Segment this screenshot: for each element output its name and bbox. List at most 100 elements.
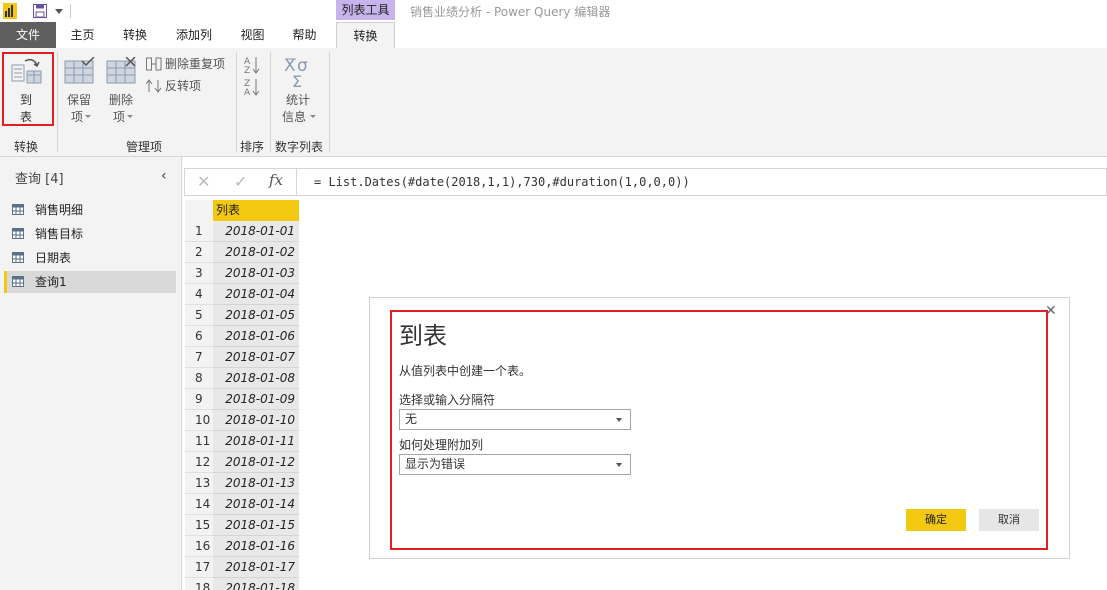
table-cell[interactable]: 2018-01-05 bbox=[213, 305, 299, 326]
chevron-down-icon bbox=[85, 115, 91, 119]
commit-formula-icon[interactable]: ✓ bbox=[234, 172, 247, 191]
window-title: 销售业绩分析 - Power Query 编辑器 bbox=[410, 5, 611, 19]
table-cell[interactable]: 2018-01-09 bbox=[213, 389, 299, 410]
group-label-sort: 排序 bbox=[240, 140, 265, 154]
query-item-label: 日期表 bbox=[35, 251, 72, 265]
svg-text:A: A bbox=[244, 88, 251, 97]
tab-list-transform[interactable]: 转换 bbox=[336, 22, 395, 49]
dialog-description: 从值列表中创建一个表。 bbox=[399, 364, 532, 378]
row-number[interactable]: 9 bbox=[185, 389, 213, 410]
reverse-items-button[interactable]: 反转项 bbox=[165, 78, 201, 94]
data-grid: 1 2018-01-01 2 2018-01-02 3 2018-01-03 4 2018-0… bbox=[185, 200, 299, 590]
table-cell[interactable]: 2018-01-03 bbox=[213, 263, 299, 284]
chevron-down-icon bbox=[127, 115, 133, 119]
remove-items-label-1[interactable]: 删除 bbox=[104, 92, 138, 108]
row-number[interactable]: 2 bbox=[185, 242, 213, 263]
keep-items-icon bbox=[64, 57, 96, 85]
table-cell[interactable]: 2018-01-06 bbox=[213, 326, 299, 347]
extra-columns-select[interactable]: 显示为错误 bbox=[399, 454, 631, 475]
query-item[interactable]: 销售明细 bbox=[4, 199, 176, 221]
group-label-numeric: 数字列表 bbox=[275, 140, 324, 154]
table-cell[interactable]: 2018-01-18 bbox=[213, 578, 299, 590]
group-label-convert: 转换 bbox=[14, 140, 39, 154]
divider bbox=[270, 52, 271, 152]
delimiter-label: 选择或输入分隔符 bbox=[399, 393, 496, 407]
row-number[interactable]: 12 bbox=[185, 452, 213, 473]
ok-button[interactable]: 确定 bbox=[906, 509, 966, 531]
query-item-label: 销售明细 bbox=[35, 203, 84, 217]
row-number[interactable]: 14 bbox=[185, 494, 213, 515]
save-icon[interactable] bbox=[33, 4, 47, 18]
row-number[interactable]: 17 bbox=[185, 557, 213, 578]
collapse-pane-icon[interactable]: ‹ bbox=[161, 168, 167, 184]
tab-view[interactable]: 视图 bbox=[230, 22, 275, 48]
divider bbox=[329, 52, 330, 152]
dropdown-icon[interactable] bbox=[55, 9, 63, 15]
row-number[interactable]: 7 bbox=[185, 347, 213, 368]
chevron-down-icon bbox=[616, 463, 622, 467]
row-number[interactable]: 15 bbox=[185, 515, 213, 536]
tab-help[interactable]: 帮助 bbox=[282, 22, 327, 48]
chevron-down-icon bbox=[616, 418, 622, 422]
table-cell[interactable]: 2018-01-17 bbox=[213, 557, 299, 578]
formula-input[interactable]: = List.Dates(#date(2018,1,1),730,#durati… bbox=[296, 169, 1107, 195]
table-icon bbox=[12, 228, 24, 239]
table-cell[interactable]: 2018-01-12 bbox=[213, 452, 299, 473]
row-number[interactable]: 18 bbox=[185, 578, 213, 590]
row-number[interactable]: 8 bbox=[185, 368, 213, 389]
remove-duplicates-button[interactable]: 删除重复项 bbox=[165, 56, 225, 72]
row-number[interactable]: 13 bbox=[185, 473, 213, 494]
row-number[interactable]: 6 bbox=[185, 326, 213, 347]
table-cell[interactable]: 2018-01-02 bbox=[213, 242, 299, 263]
svg-text:Z: Z bbox=[244, 66, 250, 75]
divider bbox=[57, 52, 58, 152]
table-cell[interactable]: 2018-01-14 bbox=[213, 494, 299, 515]
statistics-label-2[interactable]: 信息 bbox=[279, 109, 309, 125]
delimiter-select[interactable]: 无 bbox=[399, 409, 631, 430]
table-cell[interactable]: 2018-01-16 bbox=[213, 536, 299, 557]
query-item-selected[interactable]: 查询1 bbox=[4, 271, 176, 293]
row-number[interactable]: 3 bbox=[185, 263, 213, 284]
cancel-button[interactable]: 取消 bbox=[979, 509, 1039, 531]
cancel-formula-icon[interactable]: ✕ bbox=[197, 172, 210, 191]
table-cell[interactable]: 2018-01-07 bbox=[213, 347, 299, 368]
tab-add-column[interactable]: 添加列 bbox=[165, 22, 223, 48]
chevron-down-icon bbox=[310, 115, 316, 119]
query-item-label: 查询1 bbox=[35, 275, 67, 289]
to-table-label-1: 到 bbox=[19, 93, 32, 107]
reverse-items-icon bbox=[146, 79, 162, 93]
sort-descending-icon[interactable]: ZA bbox=[244, 77, 260, 97]
table-icon bbox=[12, 276, 24, 287]
remove-duplicates-icon bbox=[146, 57, 162, 71]
query-item[interactable]: 日期表 bbox=[4, 247, 176, 269]
row-number[interactable]: 5 bbox=[185, 305, 213, 326]
tab-file[interactable]: 文件 bbox=[0, 22, 56, 48]
formula-text: = List.Dates(#date(2018,1,1),730,#durati… bbox=[314, 175, 690, 189]
table-cell[interactable]: 2018-01-15 bbox=[213, 515, 299, 536]
to-table-icon bbox=[11, 57, 43, 87]
table-cell[interactable]: 2018-01-01 bbox=[213, 221, 299, 242]
row-number[interactable]: 4 bbox=[185, 284, 213, 305]
row-number[interactable]: 1 bbox=[185, 221, 213, 242]
statistics-label-1[interactable]: 统计 bbox=[281, 92, 315, 108]
tab-home[interactable]: 主页 bbox=[60, 22, 105, 48]
extra-columns-value: 显示为错误 bbox=[405, 457, 466, 471]
sort-ascending-icon[interactable]: AZ bbox=[244, 55, 260, 75]
context-tab-list-tools: 列表工具 bbox=[336, 0, 395, 20]
divider bbox=[70, 4, 71, 18]
table-cell[interactable]: 2018-01-13 bbox=[213, 473, 299, 494]
tab-transform[interactable]: 转换 bbox=[110, 22, 160, 48]
svg-text:Σ: Σ bbox=[292, 72, 302, 88]
keep-items-label-1[interactable]: 保留 bbox=[62, 92, 96, 108]
row-number[interactable]: 16 bbox=[185, 536, 213, 557]
fx-icon[interactable]: fx bbox=[269, 171, 283, 189]
query-item[interactable]: 销售目标 bbox=[4, 223, 176, 245]
table-cell[interactable]: 2018-01-04 bbox=[213, 284, 299, 305]
table-cell[interactable]: 2018-01-11 bbox=[213, 431, 299, 452]
row-number[interactable]: 11 bbox=[185, 431, 213, 452]
table-cell[interactable]: 2018-01-08 bbox=[213, 368, 299, 389]
table-cell[interactable]: 2018-01-10 bbox=[213, 410, 299, 431]
table-icon bbox=[12, 252, 24, 263]
row-number[interactable]: 10 bbox=[185, 410, 213, 431]
group-label-manage: 管理项 bbox=[126, 140, 163, 154]
